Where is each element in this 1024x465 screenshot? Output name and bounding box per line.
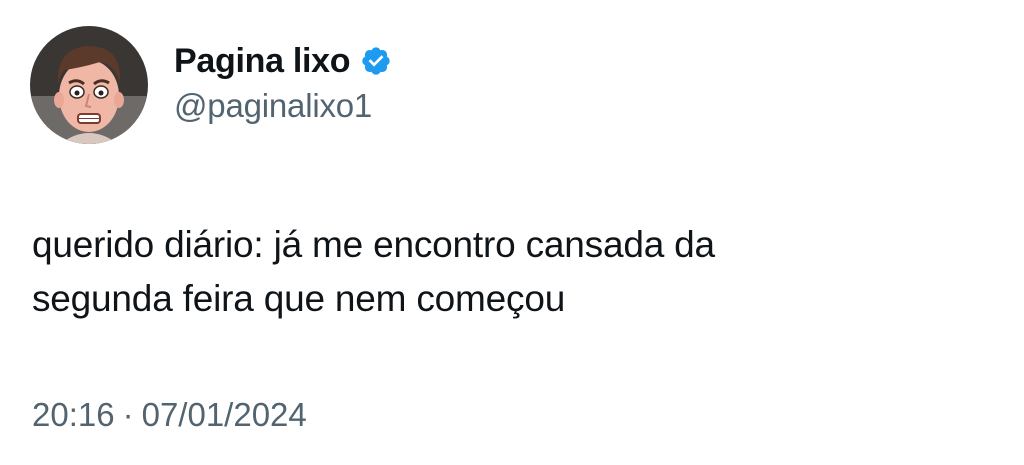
name-row: Pagina lixo [174,42,392,81]
verified-badge-icon[interactable] [360,45,392,77]
tweet-time: 20:16 [32,396,115,433]
separator-dot: · [122,396,134,433]
tweet-timestamp[interactable]: 20:16 · 07/01/2024 [32,396,307,434]
tweet-header: Pagina lixo @paginalixo1 [30,26,392,144]
tweet-date: 07/01/2024 [141,396,307,433]
cartoon-face-avatar-icon [30,26,148,144]
author-names: Pagina lixo @paginalixo1 [174,42,392,125]
handle[interactable]: @paginalixo1 [174,87,392,125]
tweet-text: querido diário: já me encontro cansada d… [32,218,992,326]
display-name[interactable]: Pagina lixo [174,42,351,81]
avatar[interactable] [30,26,148,144]
tweet-text-line-2: segunda feira que nem começou [32,278,566,319]
tweet-text-line-1: querido diário: já me encontro cansada d… [32,224,715,265]
tweet-card: Pagina lixo @paginalixo1 querido diário:… [0,0,1024,465]
